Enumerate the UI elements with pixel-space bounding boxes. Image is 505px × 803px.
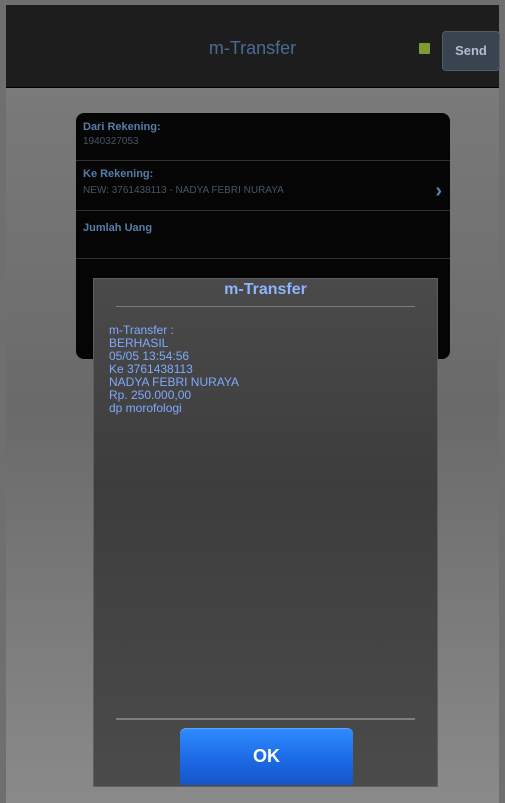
to-account-row[interactable]: Ke Rekening: NEW: 3761438113 - NADYA FEB… [76, 160, 450, 211]
status-indicator-icon [419, 43, 430, 54]
dialog-line: dp morofologi [109, 401, 182, 415]
from-account-row[interactable]: Dari Rekening: 1940327053 [76, 113, 450, 161]
from-account-label: Dari Rekening: [83, 121, 161, 133]
chevron-right-icon: › [435, 180, 442, 202]
amount-label: Jumlah Uang [83, 222, 153, 234]
dialog-top-divider [116, 306, 415, 307]
dialog-bottom-divider [116, 718, 415, 720]
to-account-label: Ke Rekening: [83, 168, 154, 180]
amount-row[interactable]: Jumlah Uang [76, 210, 450, 259]
from-account-value: 1940327053 [83, 136, 139, 147]
to-account-value: NEW: 3761438113 - NADYA FEBRI NURAYA [83, 185, 284, 196]
app-bar: m-Transfer Send [6, 5, 500, 88]
dialog-title: m-Transfer [224, 281, 307, 298]
dialog-message: m-Transfer : BERHASIL 05/05 13:54:56 Ke … [109, 324, 239, 415]
ok-button[interactable]: OK [180, 728, 353, 785]
transfer-result-dialog: m-Transfer m-Transfer : BERHASIL 05/05 1… [93, 278, 438, 787]
send-button[interactable]: Send [442, 31, 500, 71]
